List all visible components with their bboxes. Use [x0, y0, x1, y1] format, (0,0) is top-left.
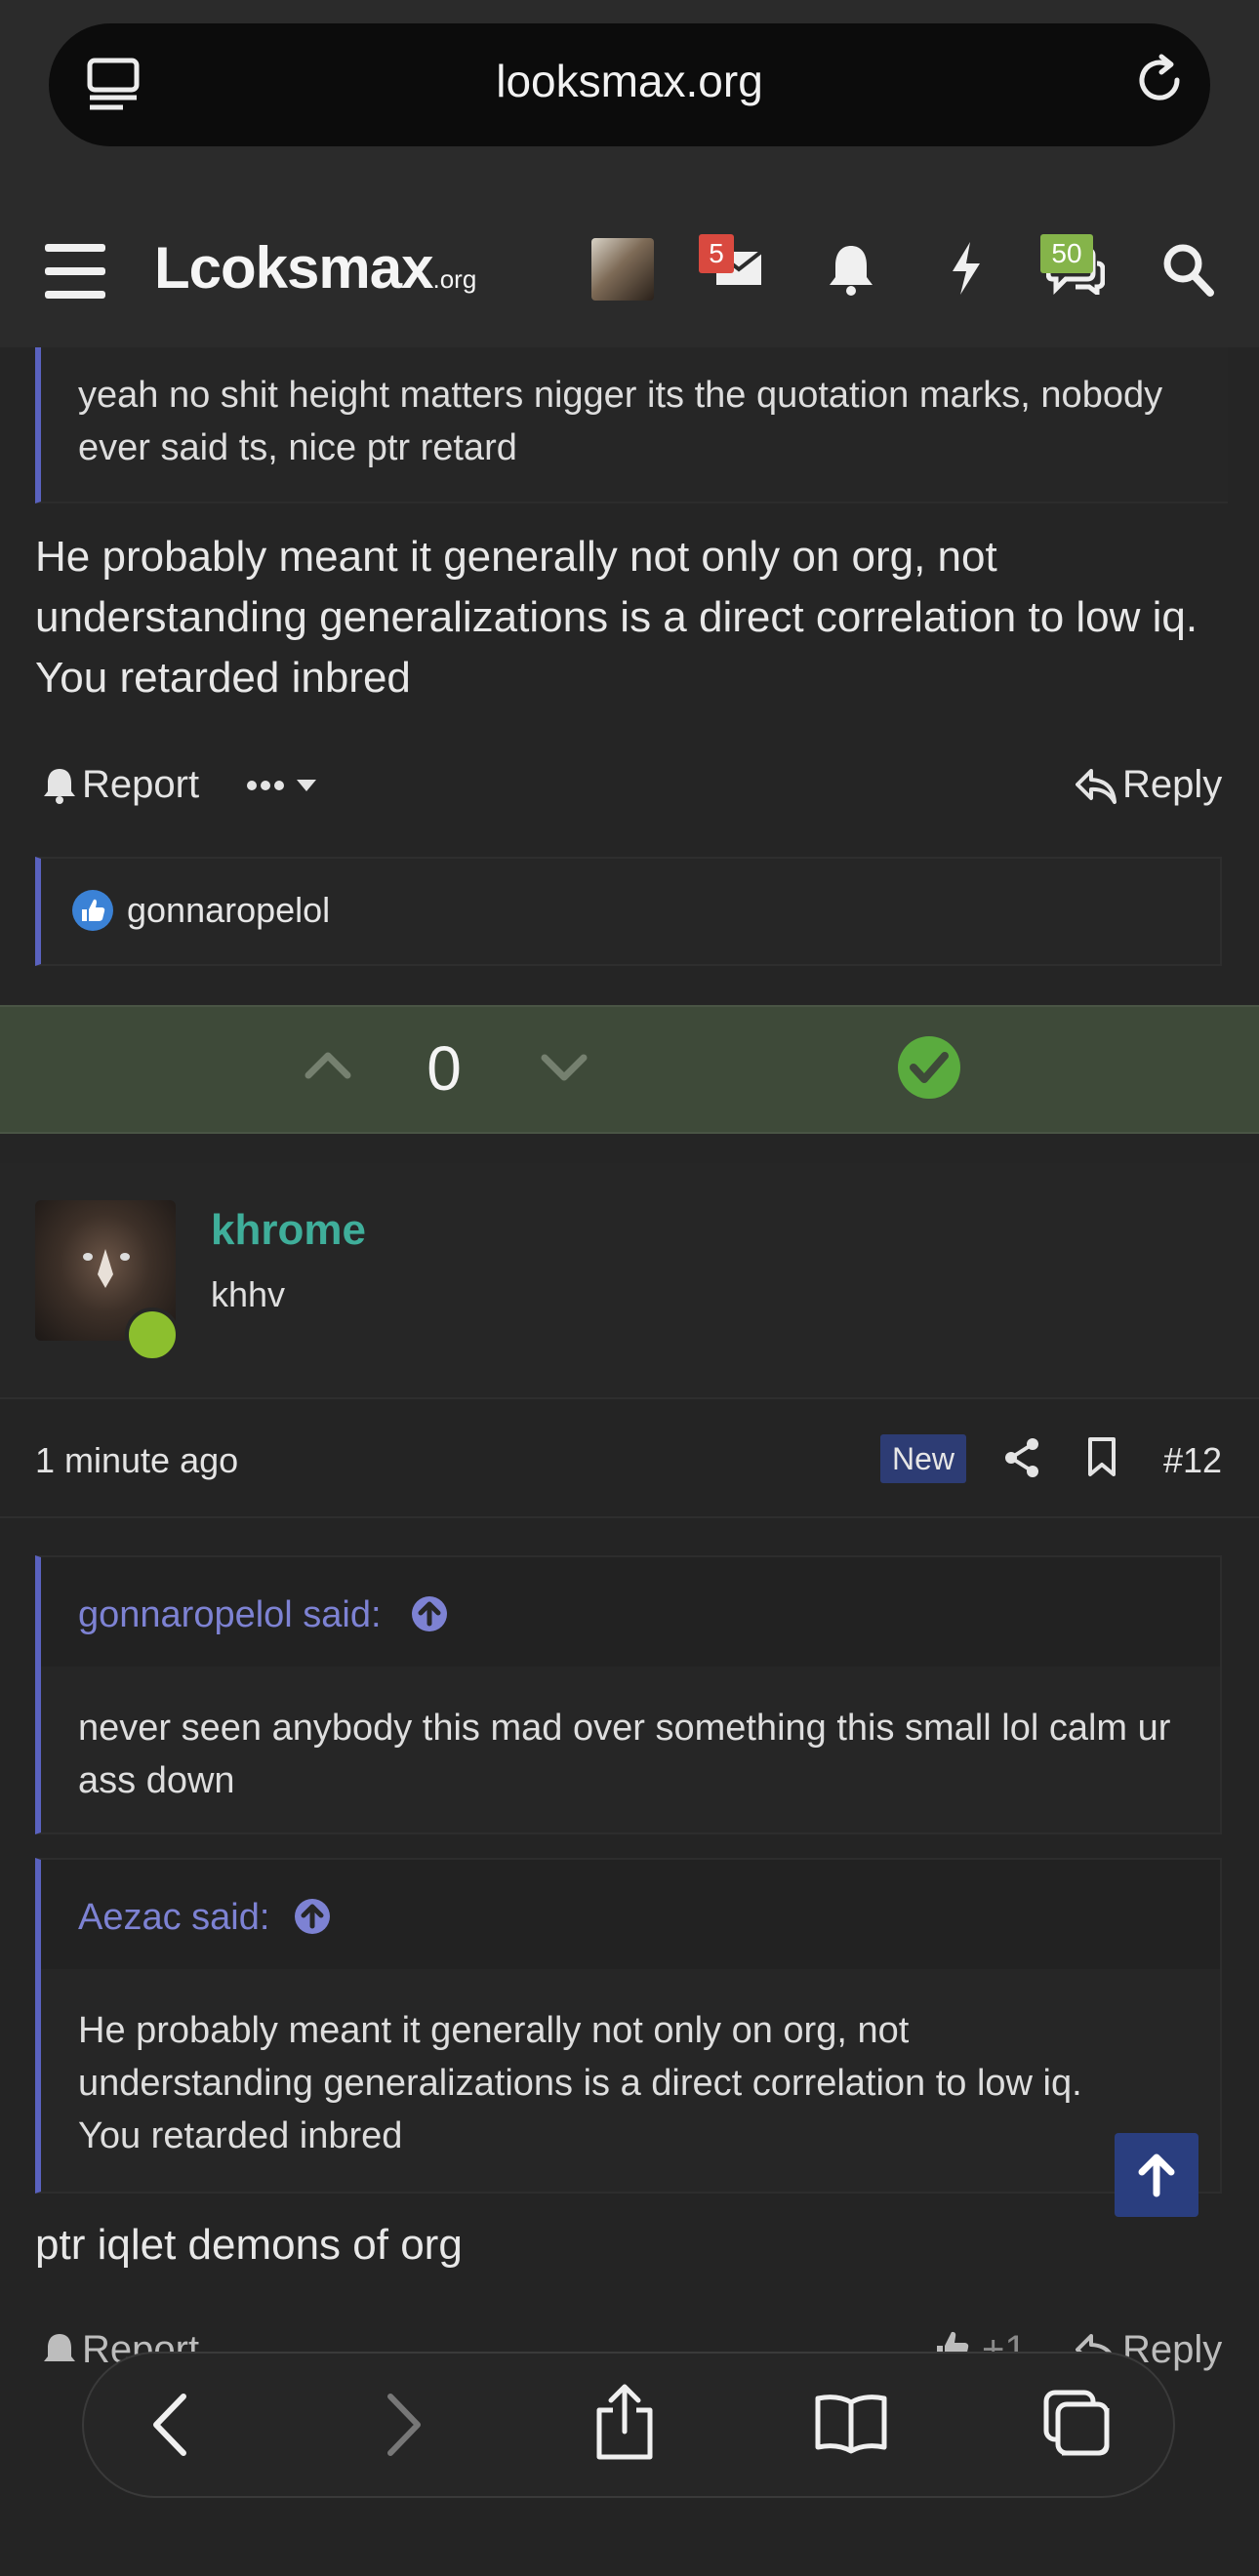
- like-reaction-icon: [72, 890, 113, 931]
- share-icon[interactable]: [593, 2381, 656, 2468]
- online-status-indicator: [125, 1308, 180, 1362]
- more-options-button[interactable]: [246, 771, 324, 805]
- notifications-bell-icon[interactable]: [828, 242, 874, 302]
- forward-icon[interactable]: [385, 2393, 424, 2462]
- conversations-badge: 50: [1040, 234, 1093, 273]
- reload-icon[interactable]: [1132, 53, 1187, 112]
- site-logo[interactable]: Lcoksmax.org: [154, 234, 476, 302]
- post-body: He probably meant it generally not only …: [35, 533, 1198, 702]
- new-badge: New: [880, 1434, 966, 1483]
- bookmark-icon[interactable]: [1087, 1436, 1117, 1482]
- post-body: ptr iqlet demons of org: [35, 2221, 463, 2269]
- user-title: khhv: [211, 1274, 286, 1314]
- search-icon[interactable]: [1161, 242, 1214, 302]
- inbox-badge: 5: [699, 234, 734, 273]
- post-user-header: [0, 1163, 1259, 1399]
- post-time[interactable]: 1 minute ago: [35, 1440, 238, 1481]
- url-text[interactable]: looksmax.org: [0, 55, 1259, 107]
- username[interactable]: khrome: [211, 1206, 366, 1255]
- tabs-icon[interactable]: [1042, 2389, 1113, 2464]
- menu-icon[interactable]: [45, 242, 105, 301]
- vote-bar: [0, 1005, 1259, 1134]
- post-number[interactable]: #12: [1163, 1440, 1222, 1481]
- share-icon[interactable]: [1003, 1436, 1040, 1484]
- goto-quote-icon[interactable]: [410, 1594, 449, 1638]
- reply-button[interactable]: Reply: [1076, 761, 1222, 810]
- quote-text: yeah no shit height matters nigger its t…: [78, 375, 1163, 468]
- scroll-to-top-button[interactable]: [1115, 2133, 1198, 2217]
- quote-text: never seen anybody this mad over somethi…: [78, 1708, 1171, 1801]
- quote-author-link[interactable]: gonnaropelol said:: [78, 1594, 382, 1636]
- goto-quote-icon[interactable]: [293, 1897, 332, 1941]
- upvote-icon[interactable]: [305, 1050, 351, 1084]
- report-label: Report: [82, 763, 200, 806]
- reply-label: Reply: [1122, 763, 1223, 806]
- solution-check-icon[interactable]: [896, 1034, 962, 1106]
- downvote-icon[interactable]: [541, 1054, 588, 1088]
- reaction-user[interactable]: gonnaropelol: [127, 890, 330, 931]
- vote-count: 0: [426, 1033, 462, 1104]
- bookmarks-book-icon[interactable]: [814, 2393, 888, 2460]
- quote-author-link[interactable]: Aezac said:: [78, 1897, 269, 1939]
- account-avatar[interactable]: [591, 238, 654, 301]
- whats-new-bolt-icon[interactable]: [949, 240, 984, 302]
- back-icon[interactable]: [150, 2393, 189, 2462]
- quote-text: He probably meant it generally not only …: [78, 2010, 1082, 2156]
